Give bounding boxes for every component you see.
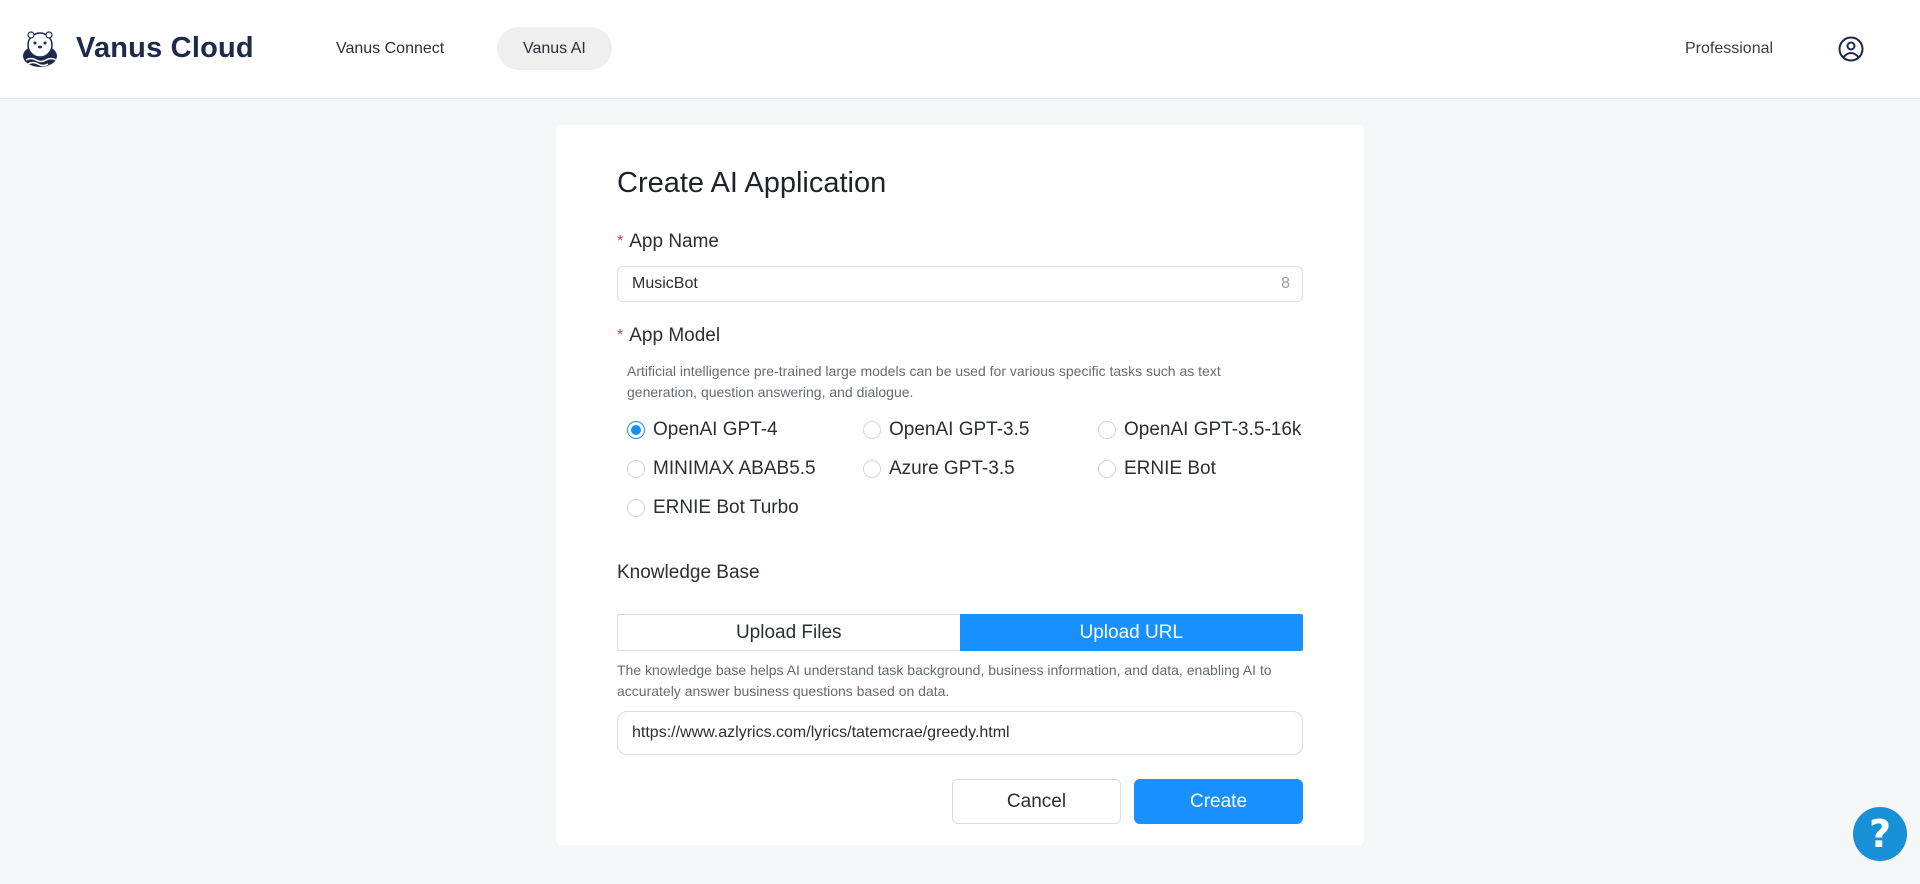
url-input[interactable]: https://www.azlyrics.com/lyrics/tatemcra… [617, 711, 1303, 755]
app-model-description: Artificial intelligence pre-trained larg… [627, 363, 1221, 400]
radio-label: ERNIE Bot [1124, 458, 1216, 479]
app-model-label-text: App Model [629, 325, 721, 346]
radio-minimax-abab5-5[interactable]: MINIMAX ABAB5.5 [627, 457, 816, 481]
radio-ernie-bot[interactable]: ERNIE Bot [1098, 457, 1216, 481]
radio-ernie-bot-turbo[interactable]: ERNIE Bot Turbo [627, 496, 799, 520]
top-navigation-bar: Vanus Cloud Vanus Connect Vanus AI Profe… [0, 0, 1920, 99]
knowledge-base-label: Knowledge Base [617, 562, 760, 583]
radio-unchecked-icon [627, 499, 645, 517]
knowledge-base-description: The knowledge base helps AI understand t… [617, 662, 1272, 699]
knowledge-base-tabs: Upload Files Upload URL [617, 614, 1303, 651]
app-name-label-text: App Name [629, 231, 720, 252]
app-name-value: MusicBot [632, 275, 698, 292]
app-name-label: * App Name [617, 231, 719, 253]
char-counter: 8 [1281, 275, 1290, 292]
radio-unchecked-icon [627, 460, 645, 478]
app-name-input[interactable]: MusicBot 8 [617, 266, 1303, 302]
required-mark: * [617, 327, 624, 344]
create-app-card: Create AI Application * App Name MusicBot… [556, 125, 1364, 845]
help-icon: ? [1868, 812, 1892, 856]
radio-label: ERNIE Bot Turbo [653, 497, 799, 518]
create-button[interactable]: Create [1134, 779, 1303, 824]
nav-vanus-ai[interactable]: Vanus AI [497, 27, 612, 70]
radio-unchecked-icon [863, 460, 881, 478]
radio-azure-gpt-3-5[interactable]: Azure GPT-3.5 [863, 457, 1015, 481]
radio-label: Azure GPT-3.5 [889, 458, 1015, 479]
tab-upload-files[interactable]: Upload Files [617, 614, 960, 651]
app-model-label: * App Model [617, 325, 720, 347]
cancel-button[interactable]: Cancel [952, 779, 1121, 824]
url-value: https://www.azlyrics.com/lyrics/tatemcra… [632, 724, 1010, 741]
radio-checked-icon [627, 421, 645, 439]
radio-unchecked-icon [1098, 421, 1116, 439]
radio-label: OpenAI GPT-3.5-16k [1124, 419, 1302, 440]
tab-upload-url[interactable]: Upload URL [959, 614, 1303, 651]
radio-openai-gpt-4[interactable]: OpenAI GPT-4 [627, 418, 778, 442]
nav-vanus-connect[interactable]: Vanus Connect [310, 27, 470, 70]
plan-label[interactable]: Professional [1685, 40, 1773, 58]
user-circle-icon[interactable] [1838, 36, 1864, 62]
page-title: Create AI Application [617, 167, 887, 199]
radio-unchecked-icon [1098, 460, 1116, 478]
radio-label: MINIMAX ABAB5.5 [653, 458, 816, 479]
radio-label: OpenAI GPT-3.5 [889, 419, 1030, 440]
radio-openai-gpt-3-5-16k[interactable]: OpenAI GPT-3.5-16k [1098, 418, 1301, 442]
otter-logo-icon[interactable] [20, 30, 60, 68]
radio-openai-gpt-3-5[interactable]: OpenAI GPT-3.5 [863, 418, 1029, 442]
help-button[interactable]: ? [1853, 807, 1907, 861]
brand-name[interactable]: Vanus Cloud [76, 32, 254, 65]
required-mark: * [617, 233, 624, 250]
radio-label: OpenAI GPT-4 [653, 419, 778, 440]
radio-unchecked-icon [863, 421, 881, 439]
